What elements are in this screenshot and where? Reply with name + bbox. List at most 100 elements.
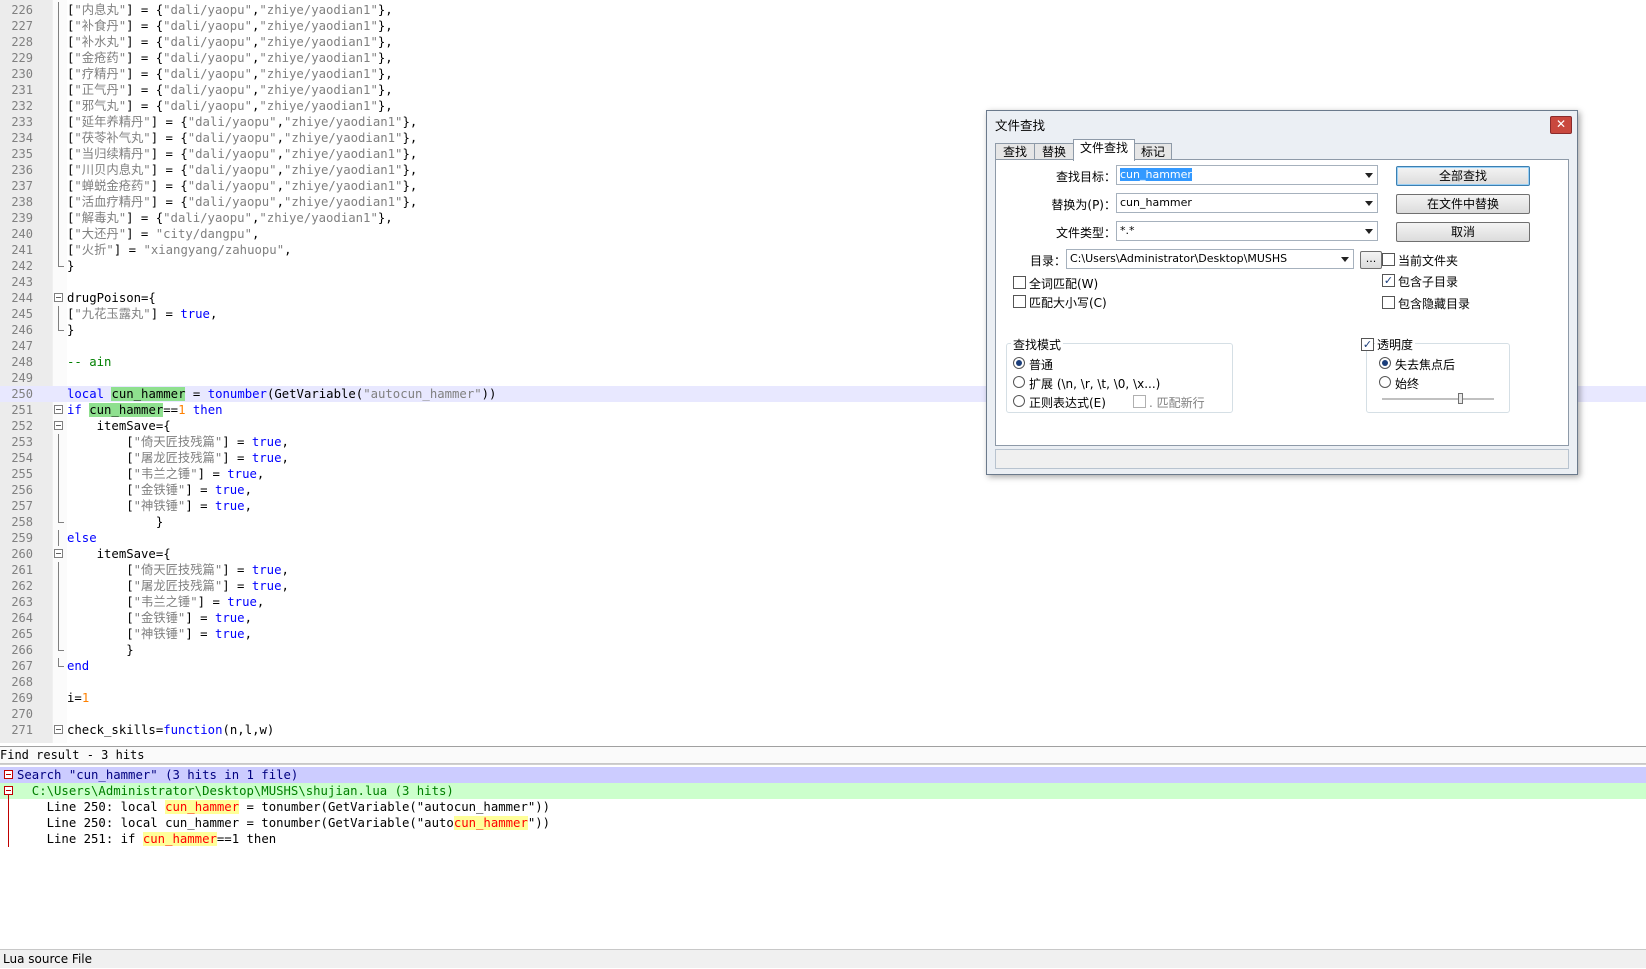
include-hidden-checkbox[interactable] [1382, 296, 1395, 309]
line-number: 250 [11, 387, 33, 401]
find-all-button[interactable]: 全部查找 [1396, 166, 1530, 186]
current-folder-checkbox[interactable] [1382, 253, 1395, 266]
code-line[interactable]: 226 ["内息丸"] = {"dali/yaopu","zhiye/yaodia… [0, 2, 1646, 18]
mode-normal-label: 普通 [1029, 358, 1054, 372]
include-subfolders-label: 包含子目录 [1398, 275, 1459, 289]
find-what-input[interactable]: cun_hammer [1116, 165, 1378, 185]
chevron-down-icon[interactable] [1341, 257, 1349, 262]
transparency-lose-focus-radio[interactable] [1379, 357, 1391, 369]
replace-in-files-button[interactable]: 在文件中替换 [1396, 194, 1530, 214]
fold-toggle-icon[interactable] [4, 786, 13, 795]
find-what-label: 查找目标： [1055, 170, 1116, 184]
match-case-checkbox[interactable] [1013, 295, 1026, 308]
fold-line [58, 210, 59, 226]
transparency-slider-handle[interactable] [1458, 393, 1463, 404]
code-line[interactable]: 265 ["神铁锤"] = true, [0, 626, 1646, 642]
tab-replace[interactable]: 替换 [1034, 143, 1074, 160]
code-line[interactable]: 229 ["金疮药"] = {"dali/yaopu","zhiye/yaodia… [0, 50, 1646, 66]
fold-toggle-icon[interactable] [54, 293, 63, 302]
whole-word-checkbox[interactable] [1013, 276, 1026, 289]
result-search-header[interactable]: Search "cun_hammer" (3 hits in 1 file) [0, 767, 1646, 783]
code-text: ["疗精丹"] = {"dali/yaopu","zhiye/yaodian1"… [67, 67, 393, 81]
code-line[interactable]: 227 ["补食丹"] = {"dali/yaopu","zhiye/yaodia… [0, 18, 1646, 34]
code-line[interactable]: 268 [0, 674, 1646, 690]
code-text: itemSave={ [67, 419, 171, 433]
code-line[interactable]: 267 end [0, 658, 1646, 674]
browse-directory-button[interactable]: ... [1360, 251, 1382, 269]
result-hit-line[interactable]: Line 250: local cun_hammer = tonumber(Ge… [0, 799, 1646, 815]
code-line[interactable]: 269 i=1 [0, 690, 1646, 706]
code-line[interactable]: 228 ["补水丸"] = {"dali/yaopu","zhiye/yaodia… [0, 34, 1646, 50]
result-text: Search "cun_hammer" (3 hits in 1 file) [17, 768, 299, 782]
mode-extended-label: 扩展 (\n, \r, \t, \0, \x...) [1029, 377, 1161, 391]
mode-extended-radio[interactable] [1013, 376, 1025, 388]
transparency-checkbox[interactable]: ✓ [1361, 338, 1374, 351]
fold-line [58, 34, 59, 50]
code-line[interactable]: 266 } [0, 642, 1646, 658]
fold-toggle-icon[interactable] [54, 725, 63, 734]
replace-with-input[interactable]: cun_hammer [1116, 193, 1378, 213]
fold-line [58, 162, 59, 178]
fold-line [58, 562, 59, 578]
tab-find[interactable]: 查找 [995, 143, 1035, 160]
result-hit-line[interactable]: Line 250: local cun_hammer = tonumber(Ge… [0, 815, 1646, 831]
code-line[interactable]: 271 check_skills=function(n,l,w) [0, 722, 1646, 738]
fold-toggle-icon[interactable] [54, 549, 63, 558]
code-line[interactable]: 262 ["屠龙匠技残篇"] = true, [0, 578, 1646, 594]
fold-toggle-icon[interactable] [54, 421, 63, 430]
code-text: ["金铁锤"] = true, [67, 611, 252, 625]
code-line[interactable]: 256 ["金铁锤"] = true, [0, 482, 1646, 498]
dot-matches-newline-label: . 匹配新行 [1149, 396, 1205, 410]
code-text: } [67, 259, 75, 273]
chevron-down-icon[interactable] [1365, 173, 1373, 178]
fold-toggle-icon[interactable] [4, 770, 13, 779]
code-line[interactable]: 258 } [0, 514, 1646, 530]
dot-matches-newline-checkbox[interactable] [1133, 395, 1146, 408]
code-text: } [67, 515, 164, 529]
code-text: } [67, 643, 134, 657]
result-text: Line 250: local cun_hammer = tonumber(Ge… [17, 816, 551, 830]
code-line[interactable]: 264 ["金铁锤"] = true, [0, 610, 1646, 626]
code-text: ["补水丸"] = {"dali/yaopu","zhiye/yaodian1"… [67, 35, 393, 49]
code-line[interactable]: 270 [0, 706, 1646, 722]
result-file-header[interactable]: C:\Users\Administrator\Desktop\MUSHS\shu… [0, 783, 1646, 799]
code-text: ["韦兰之锤"] = true, [67, 595, 265, 609]
close-icon[interactable]: ✕ [1550, 116, 1572, 134]
mode-normal-radio[interactable] [1013, 357, 1025, 369]
line-number: 248 [11, 355, 33, 369]
code-line[interactable]: 260 itemSave={ [0, 546, 1646, 562]
fold-end [58, 642, 64, 651]
code-text: if cun_hammer==1 then [67, 403, 223, 417]
code-line[interactable]: 257 ["神铁锤"] = true, [0, 498, 1646, 514]
fold-line [58, 82, 59, 98]
fold-line [58, 626, 59, 642]
code-line[interactable]: 231 ["正气丹"] = {"dali/yaopu","zhiye/yaodia… [0, 82, 1646, 98]
line-number: 263 [11, 595, 33, 609]
fold-line [58, 610, 59, 626]
code-line[interactable]: 230 ["疗精丹"] = {"dali/yaopu","zhiye/yaodia… [0, 66, 1646, 82]
line-number: 238 [11, 195, 33, 209]
code-text: ["解毒丸"] = {"dali/yaopu","zhiye/yaodian1"… [67, 211, 393, 225]
directory-input[interactable]: C:\Users\Administrator\Desktop\MUSHS [1066, 249, 1354, 269]
tab-mark[interactable]: 标记 [1134, 143, 1172, 160]
mode-regex-radio[interactable] [1013, 395, 1025, 407]
code-text: -- ain [67, 355, 112, 369]
fold-toggle-icon[interactable] [54, 405, 63, 414]
dialog-title: 文件查找 [995, 118, 1046, 133]
code-text: ["倚天匠技残篇"] = true, [67, 435, 289, 449]
result-hit-line[interactable]: Line 251: if cun_hammer==1 then [0, 831, 1646, 847]
find-results-panel[interactable]: Search "cun_hammer" (3 hits in 1 file) C… [0, 764, 1646, 950]
transparency-always-radio[interactable] [1379, 376, 1391, 388]
code-line[interactable]: 263 ["韦兰之锤"] = true, [0, 594, 1646, 610]
filters-input[interactable]: *.* [1116, 221, 1378, 241]
include-subfolders-checkbox[interactable]: ✓ [1382, 274, 1395, 287]
code-line[interactable]: 261 ["倚天匠技残篇"] = true, [0, 562, 1646, 578]
tab-find-in-files[interactable]: 文件查找 [1073, 139, 1135, 161]
mode-regex-label: 正则表达式(E) [1029, 396, 1106, 410]
code-line[interactable]: 259 else [0, 530, 1646, 546]
cancel-button[interactable]: 取消 [1396, 222, 1530, 242]
chevron-down-icon[interactable] [1365, 201, 1373, 206]
line-number: 230 [11, 67, 33, 81]
chevron-down-icon[interactable] [1365, 229, 1373, 234]
fold-line [58, 98, 59, 114]
